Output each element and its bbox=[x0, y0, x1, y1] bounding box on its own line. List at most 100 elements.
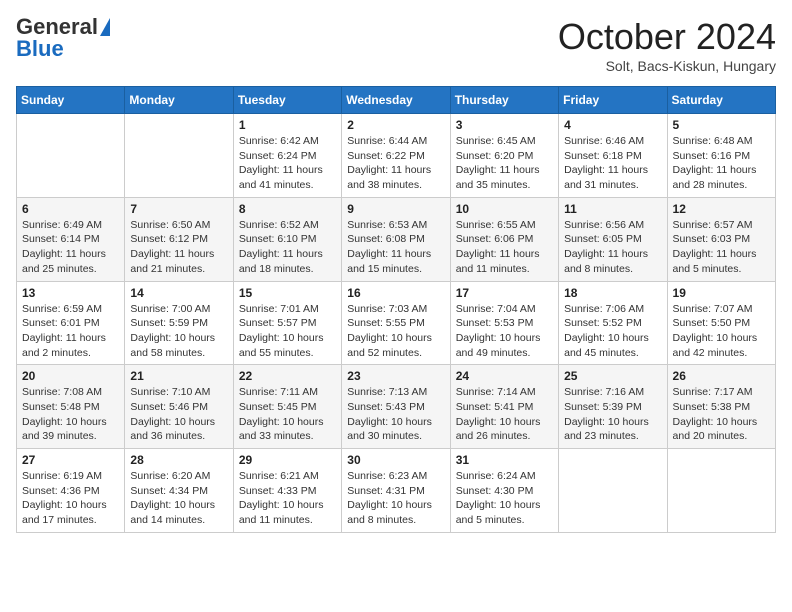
calendar-header: SundayMondayTuesdayWednesdayThursdayFrid… bbox=[17, 87, 776, 114]
day-number: 14 bbox=[130, 286, 227, 300]
day-number: 2 bbox=[347, 118, 444, 132]
day-info: Sunrise: 7:10 AM Sunset: 5:46 PM Dayligh… bbox=[130, 385, 227, 444]
day-info: Sunrise: 6:53 AM Sunset: 6:08 PM Dayligh… bbox=[347, 218, 444, 277]
calendar-cell: 13 Sunrise: 6:59 AM Sunset: 6:01 PM Dayli… bbox=[17, 281, 125, 365]
calendar-cell: 9 Sunrise: 6:53 AM Sunset: 6:08 PM Daylig… bbox=[342, 197, 450, 281]
calendar-cell: 19 Sunrise: 7:07 AM Sunset: 5:50 PM Dayli… bbox=[667, 281, 775, 365]
weekday-header-sunday: Sunday bbox=[17, 87, 125, 114]
day-number: 13 bbox=[22, 286, 119, 300]
day-number: 21 bbox=[130, 369, 227, 383]
day-number: 19 bbox=[673, 286, 770, 300]
day-number: 29 bbox=[239, 453, 336, 467]
calendar-cell: 16 Sunrise: 7:03 AM Sunset: 5:55 PM Dayli… bbox=[342, 281, 450, 365]
day-info: Sunrise: 7:17 AM Sunset: 5:38 PM Dayligh… bbox=[673, 385, 770, 444]
day-info: Sunrise: 6:44 AM Sunset: 6:22 PM Dayligh… bbox=[347, 134, 444, 193]
calendar-cell: 20Sunrise: 7:08 AM Sunset: 5:48 PM Dayli… bbox=[17, 365, 125, 449]
day-info: Sunrise: 6:49 AM Sunset: 6:14 PM Dayligh… bbox=[22, 218, 119, 277]
calendar-table: SundayMondayTuesdayWednesdayThursdayFrid… bbox=[16, 86, 776, 533]
day-info: Sunrise: 7:13 AM Sunset: 5:43 PM Dayligh… bbox=[347, 385, 444, 444]
day-number: 23 bbox=[347, 369, 444, 383]
logo-blue-text: Blue bbox=[16, 36, 64, 61]
day-info: Sunrise: 6:59 AM Sunset: 6:01 PM Dayligh… bbox=[22, 302, 119, 361]
calendar-cell: 30Sunrise: 6:23 AM Sunset: 4:31 PM Dayli… bbox=[342, 449, 450, 533]
calendar-cell: 2 Sunrise: 6:44 AM Sunset: 6:22 PM Daylig… bbox=[342, 114, 450, 198]
day-number: 8 bbox=[239, 202, 336, 216]
weekday-header-friday: Friday bbox=[559, 87, 667, 114]
day-number: 3 bbox=[456, 118, 553, 132]
calendar-cell: 31 Sunrise: 6:24 AM Sunset: 4:30 PM Dayli… bbox=[450, 449, 558, 533]
day-number: 10 bbox=[456, 202, 553, 216]
day-number: 9 bbox=[347, 202, 444, 216]
calendar-cell: 8 Sunrise: 6:52 AM Sunset: 6:10 PM Daylig… bbox=[233, 197, 341, 281]
calendar-cell: 25 Sunrise: 7:16 AM Sunset: 5:39 PM Dayli… bbox=[559, 365, 667, 449]
weekday-header-saturday: Saturday bbox=[667, 87, 775, 114]
day-info: Sunrise: 6:21 AM Sunset: 4:33 PM Dayligh… bbox=[239, 469, 336, 528]
weekday-header-tuesday: Tuesday bbox=[233, 87, 341, 114]
day-info: Sunrise: 6:57 AM Sunset: 6:03 PM Dayligh… bbox=[673, 218, 770, 277]
day-number: 17 bbox=[456, 286, 553, 300]
weekday-header-thursday: Thursday bbox=[450, 87, 558, 114]
day-number: 24 bbox=[456, 369, 553, 383]
day-number: 5 bbox=[673, 118, 770, 132]
calendar-cell: 22 Sunrise: 7:11 AM Sunset: 5:45 PM Dayli… bbox=[233, 365, 341, 449]
calendar-cell: 7 Sunrise: 6:50 AM Sunset: 6:12 PM Daylig… bbox=[125, 197, 233, 281]
day-number: 20 bbox=[22, 369, 119, 383]
day-number: 1 bbox=[239, 118, 336, 132]
day-number: 27 bbox=[22, 453, 119, 467]
day-number: 31 bbox=[456, 453, 553, 467]
day-info: Sunrise: 6:45 AM Sunset: 6:20 PM Dayligh… bbox=[456, 134, 553, 193]
page-header: General Blue October 2024 Solt, Bacs-Kis… bbox=[16, 16, 776, 74]
day-number: 12 bbox=[673, 202, 770, 216]
calendar-cell: 6 Sunrise: 6:49 AM Sunset: 6:14 PM Daylig… bbox=[17, 197, 125, 281]
day-info: Sunrise: 7:11 AM Sunset: 5:45 PM Dayligh… bbox=[239, 385, 336, 444]
logo-general-text: General bbox=[16, 16, 98, 38]
day-info: Sunrise: 6:19 AM Sunset: 4:36 PM Dayligh… bbox=[22, 469, 119, 528]
location-text: Solt, Bacs-Kiskun, Hungary bbox=[558, 58, 776, 74]
day-info: Sunrise: 7:07 AM Sunset: 5:50 PM Dayligh… bbox=[673, 302, 770, 361]
calendar-cell: 26 Sunrise: 7:17 AM Sunset: 5:38 PM Dayli… bbox=[667, 365, 775, 449]
calendar-cell: 29 Sunrise: 6:21 AM Sunset: 4:33 PM Dayli… bbox=[233, 449, 341, 533]
day-info: Sunrise: 6:24 AM Sunset: 4:30 PM Dayligh… bbox=[456, 469, 553, 528]
calendar-cell: 4Sunrise: 6:46 AM Sunset: 6:18 PM Daylig… bbox=[559, 114, 667, 198]
day-number: 26 bbox=[673, 369, 770, 383]
weekday-header-wednesday: Wednesday bbox=[342, 87, 450, 114]
logo-triangle-icon bbox=[100, 18, 110, 36]
calendar-cell: 24Sunrise: 7:14 AM Sunset: 5:41 PM Dayli… bbox=[450, 365, 558, 449]
logo: General Blue bbox=[16, 16, 110, 61]
day-info: Sunrise: 6:48 AM Sunset: 6:16 PM Dayligh… bbox=[673, 134, 770, 193]
calendar-cell: 11Sunrise: 6:56 AM Sunset: 6:05 PM Dayli… bbox=[559, 197, 667, 281]
calendar-cell: 12 Sunrise: 6:57 AM Sunset: 6:03 PM Dayli… bbox=[667, 197, 775, 281]
day-info: Sunrise: 6:50 AM Sunset: 6:12 PM Dayligh… bbox=[130, 218, 227, 277]
day-number: 16 bbox=[347, 286, 444, 300]
calendar-cell: 10 Sunrise: 6:55 AM Sunset: 6:06 PM Dayli… bbox=[450, 197, 558, 281]
day-info: Sunrise: 6:23 AM Sunset: 4:31 PM Dayligh… bbox=[347, 469, 444, 528]
day-number: 25 bbox=[564, 369, 661, 383]
title-block: October 2024 Solt, Bacs-Kiskun, Hungary bbox=[558, 16, 776, 74]
day-info: Sunrise: 6:42 AM Sunset: 6:24 PM Dayligh… bbox=[239, 134, 336, 193]
calendar-cell: 14 Sunrise: 7:00 AM Sunset: 5:59 PM Dayli… bbox=[125, 281, 233, 365]
day-number: 7 bbox=[130, 202, 227, 216]
day-info: Sunrise: 7:16 AM Sunset: 5:39 PM Dayligh… bbox=[564, 385, 661, 444]
day-info: Sunrise: 7:00 AM Sunset: 5:59 PM Dayligh… bbox=[130, 302, 227, 361]
calendar-cell: 21 Sunrise: 7:10 AM Sunset: 5:46 PM Dayli… bbox=[125, 365, 233, 449]
calendar-cell bbox=[17, 114, 125, 198]
day-info: Sunrise: 7:04 AM Sunset: 5:53 PM Dayligh… bbox=[456, 302, 553, 361]
calendar-cell: 3 Sunrise: 6:45 AM Sunset: 6:20 PM Daylig… bbox=[450, 114, 558, 198]
day-number: 6 bbox=[22, 202, 119, 216]
weekday-header-monday: Monday bbox=[125, 87, 233, 114]
day-number: 22 bbox=[239, 369, 336, 383]
month-title: October 2024 bbox=[558, 16, 776, 58]
day-number: 4 bbox=[564, 118, 661, 132]
calendar-cell: 15Sunrise: 7:01 AM Sunset: 5:57 PM Dayli… bbox=[233, 281, 341, 365]
calendar-cell bbox=[559, 449, 667, 533]
day-info: Sunrise: 7:03 AM Sunset: 5:55 PM Dayligh… bbox=[347, 302, 444, 361]
day-info: Sunrise: 6:20 AM Sunset: 4:34 PM Dayligh… bbox=[130, 469, 227, 528]
day-info: Sunrise: 6:52 AM Sunset: 6:10 PM Dayligh… bbox=[239, 218, 336, 277]
calendar-cell bbox=[125, 114, 233, 198]
calendar-cell: 27 Sunrise: 6:19 AM Sunset: 4:36 PM Dayli… bbox=[17, 449, 125, 533]
calendar-cell: 5 Sunrise: 6:48 AM Sunset: 6:16 PM Daylig… bbox=[667, 114, 775, 198]
day-info: Sunrise: 6:55 AM Sunset: 6:06 PM Dayligh… bbox=[456, 218, 553, 277]
calendar-cell: 1 Sunrise: 6:42 AM Sunset: 6:24 PM Daylig… bbox=[233, 114, 341, 198]
calendar-cell: 17 Sunrise: 7:04 AM Sunset: 5:53 PM Dayli… bbox=[450, 281, 558, 365]
day-info: Sunrise: 7:01 AM Sunset: 5:57 PM Dayligh… bbox=[239, 302, 336, 361]
